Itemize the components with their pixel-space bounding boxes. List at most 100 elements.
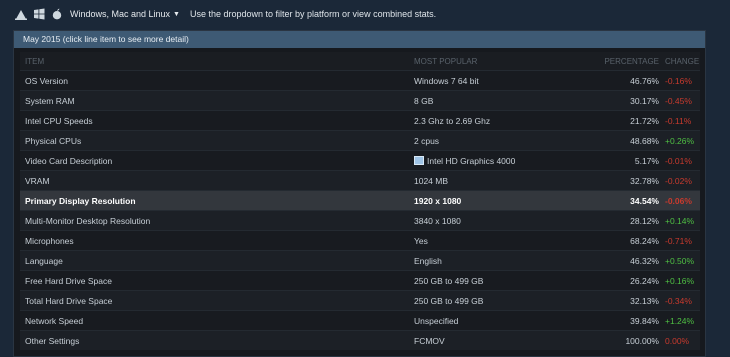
row-item-label: Total Hard Drive Space <box>25 295 113 306</box>
row-most-popular: 250 GB to 499 GB <box>414 296 554 306</box>
table-row[interactable]: OS Version Windows 7 64 bit 46.76% -0.16% <box>20 70 700 90</box>
row-item-label: Physical CPUs <box>25 135 82 146</box>
row-percentage: 28.12% <box>630 215 659 226</box>
row-item-label: Primary Display Resolution <box>25 195 136 206</box>
table-header-row: ITEM MOST POPULAR PERCENTAGE CHANGE <box>20 52 700 70</box>
col-header-item: ITEM <box>25 56 45 66</box>
row-item-label: Network Speed <box>25 315 84 326</box>
row-change: 0.00% <box>665 335 690 346</box>
row-change: -0.02% <box>665 175 692 186</box>
row-most-popular-value: Yes <box>414 235 428 246</box>
row-percentage: 26.24% <box>630 275 659 286</box>
row-change: -0.11% <box>665 115 692 126</box>
row-most-popular: 250 GB to 499 GB <box>414 276 554 286</box>
row-change: +0.26% <box>665 135 695 146</box>
row-item-label: Multi-Monitor Desktop Resolution <box>25 215 151 226</box>
row-most-popular: 8 GB <box>414 96 554 106</box>
row-most-popular-value: 8 GB <box>414 95 434 106</box>
row-most-popular-value: 1920 x 1080 <box>414 195 462 206</box>
stats-table: ITEM MOST POPULAR PERCENTAGE CHANGE OS V… <box>20 52 700 350</box>
row-most-popular: 2.3 Ghz to 2.69 Ghz <box>414 116 554 126</box>
table-row[interactable]: Intel CPU Speeds 2.3 Ghz to 2.69 Ghz 21.72… <box>20 110 700 130</box>
row-item-label: Free Hard Drive Space <box>25 275 112 286</box>
row-most-popular-value: 250 GB to 499 GB <box>414 295 484 306</box>
row-item-label: Other Settings <box>25 335 80 346</box>
row-most-popular: Unspecified <box>414 316 554 326</box>
row-change: -0.16% <box>665 75 692 86</box>
row-most-popular-value: 2.3 Ghz to 2.69 Ghz <box>414 115 491 126</box>
row-percentage: 21.72% <box>630 115 659 126</box>
row-percentage: 34.54% <box>630 195 659 206</box>
table-row[interactable]: Multi-Monitor Desktop Resolution 3840 x 1… <box>20 210 700 230</box>
row-change: +1.24% <box>665 315 695 326</box>
panel-header: May 2015 (click line item to see more de… <box>14 31 705 48</box>
table-row[interactable]: Free Hard Drive Space 250 GB to 499 GB 26.… <box>20 270 700 290</box>
row-percentage: 46.76% <box>630 75 659 86</box>
row-most-popular-value: 1024 MB <box>414 175 449 186</box>
steam-icon[interactable] <box>14 7 28 21</box>
table-row[interactable]: Other Settings FCMOV 100.00% 0.00% <box>20 330 700 350</box>
row-change: +0.16% <box>665 275 695 286</box>
table-row[interactable]: VRAM 1024 MB 32.78% -0.02% <box>20 170 700 190</box>
row-most-popular-value: 3840 x 1080 <box>414 215 461 226</box>
table-row[interactable]: Microphones Yes 68.24% -0.71% <box>20 230 700 250</box>
row-change: -0.06% <box>665 195 692 206</box>
apple-icon[interactable] <box>50 7 64 21</box>
row-item-label: Microphones <box>25 235 74 246</box>
row-most-popular-value: 250 GB to 499 GB <box>414 275 484 286</box>
row-change: +0.50% <box>665 255 695 266</box>
row-item-label: Intel CPU Speeds <box>25 115 93 126</box>
row-percentage: 5.17% <box>634 155 659 166</box>
row-percentage: 32.13% <box>630 295 659 306</box>
platform-filter-value: Windows, Mac and Linux <box>70 9 171 19</box>
row-most-popular: English <box>414 256 554 266</box>
row-most-popular-value: Intel HD Graphics 4000 <box>427 155 516 166</box>
row-change: -0.45% <box>665 95 692 106</box>
row-most-popular-value: FCMOV <box>414 335 445 346</box>
row-most-popular: Yes <box>414 236 554 246</box>
row-most-popular-value: Unspecified <box>414 315 459 326</box>
row-item-label: VRAM <box>25 175 50 186</box>
row-most-popular: 2 cpus <box>414 136 554 146</box>
table-row[interactable]: Total Hard Drive Space 250 GB to 499 GB 32… <box>20 290 700 310</box>
row-item-label: Language <box>25 255 63 266</box>
gpu-icon <box>414 156 424 165</box>
table-row[interactable]: Network Speed Unspecified 39.84% +1.24% <box>20 310 700 330</box>
col-header-most-popular: MOST POPULAR <box>414 56 478 66</box>
platform-filter-dropdown[interactable]: Windows, Mac and Linux ▼ <box>70 9 180 19</box>
row-most-popular: FCMOV <box>414 336 554 346</box>
platform-bar: Windows, Mac and Linux ▼ Use the dropdow… <box>0 0 730 28</box>
row-most-popular: Windows 7 64 bit <box>414 76 554 86</box>
row-most-popular-value: Windows 7 64 bit <box>414 75 479 86</box>
col-header-percentage: PERCENTAGE <box>604 56 659 66</box>
row-percentage: 100.00% <box>625 335 659 346</box>
row-item-label: Video Card Description <box>25 155 113 166</box>
row-percentage: 32.78% <box>630 175 659 186</box>
row-most-popular: Intel HD Graphics 4000 <box>414 156 554 166</box>
hardware-stats-panel: May 2015 (click line item to see more de… <box>13 30 706 357</box>
table-row[interactable]: Physical CPUs 2 cpus 48.68% +0.26% <box>20 130 700 150</box>
table-row[interactable]: Language English 46.32% +0.50% <box>20 250 700 270</box>
windows-icon[interactable] <box>32 7 46 21</box>
table-row[interactable]: Primary Display Resolution 1920 x 1080 34.… <box>20 190 700 210</box>
row-percentage: 48.68% <box>630 135 659 146</box>
row-most-popular: 1920 x 1080 <box>414 196 554 206</box>
row-most-popular: 1024 MB <box>414 176 554 186</box>
row-item-label: System RAM <box>25 95 75 106</box>
filter-hint: Use the dropdown to filter by platform o… <box>189 9 437 19</box>
row-percentage: 46.32% <box>630 255 659 266</box>
col-header-change: CHANGE <box>665 56 700 66</box>
row-percentage: 68.24% <box>630 235 659 246</box>
row-percentage: 30.17% <box>630 95 659 106</box>
row-most-popular-value: English <box>414 255 442 266</box>
caret-down-icon: ▼ <box>173 10 180 18</box>
row-item-label: OS Version <box>25 75 68 86</box>
table-row[interactable]: System RAM 8 GB 30.17% -0.45% <box>20 90 700 110</box>
table-row[interactable]: Video Card Description Intel HD Graphics … <box>20 150 700 170</box>
row-change: +0.14% <box>665 215 695 226</box>
row-percentage: 39.84% <box>630 315 659 326</box>
row-most-popular-value: 2 cpus <box>414 135 440 146</box>
row-most-popular: 3840 x 1080 <box>414 216 554 226</box>
row-change: -0.34% <box>665 295 692 306</box>
row-change: -0.71% <box>665 235 692 246</box>
